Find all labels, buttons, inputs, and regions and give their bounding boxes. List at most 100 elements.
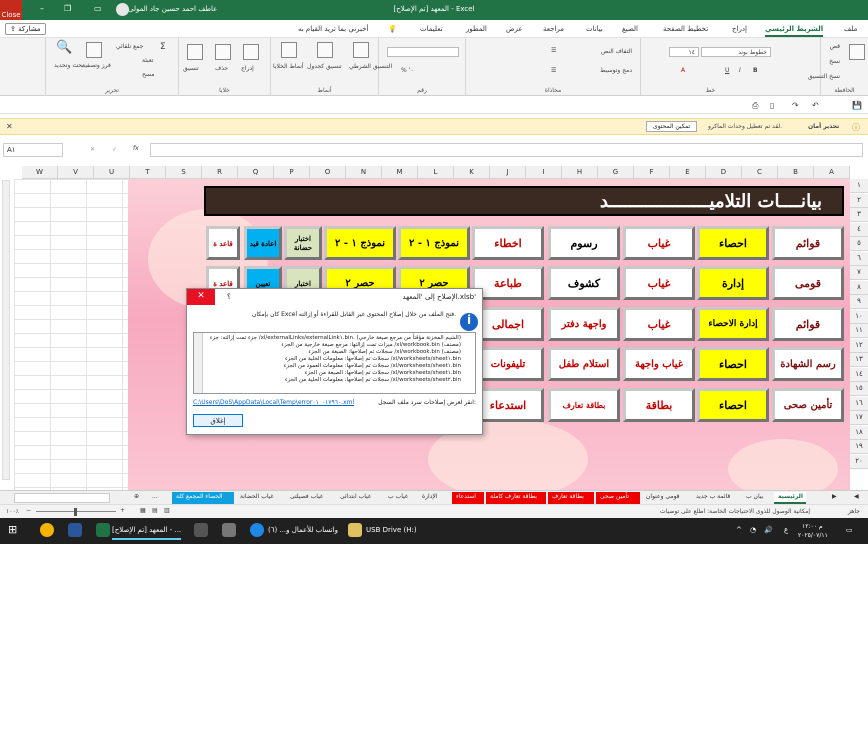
column-header[interactable]: S — [166, 166, 202, 179]
cell-styles-icon[interactable] — [281, 42, 297, 58]
zoom-in-icon[interactable]: + — [120, 507, 125, 514]
sheet-tab[interactable]: قائمة ب جديد — [692, 492, 740, 504]
next-sheet-icon[interactable]: ▶ — [828, 492, 841, 504]
number-format-select[interactable] — [387, 47, 459, 57]
tray-chevron-icon[interactable]: ^ — [736, 522, 742, 540]
network-icon[interactable]: ◔ — [750, 522, 756, 540]
font-name-select[interactable]: خطوط بوند — [701, 47, 771, 57]
more-tabs[interactable]: ... — [148, 492, 166, 504]
settings-icon[interactable] — [222, 523, 236, 537]
column-header[interactable]: M — [382, 166, 418, 179]
vertical-scrollbar[interactable] — [2, 180, 10, 480]
align-top-icon[interactable]: ☰ — [551, 47, 556, 54]
calculator-icon[interactable] — [194, 523, 208, 537]
repair-log[interactable]: جزء تمت إزالته: جزء /xl/externalLinks/ex… — [193, 332, 476, 394]
cell-statistics-3[interactable]: احصاء — [697, 388, 769, 422]
column-header[interactable]: T — [130, 166, 166, 179]
log-scrollbar[interactable] — [194, 333, 203, 393]
column-header[interactable]: L — [418, 166, 454, 179]
cell-absence[interactable]: غياب — [623, 226, 695, 260]
row-header[interactable]: ١٦ — [850, 396, 868, 411]
tab-insert[interactable]: إدراج — [732, 25, 747, 33]
tab-page-layout[interactable]: تخطيط الصفحة — [663, 25, 708, 33]
formula-input[interactable] — [150, 143, 863, 157]
share-button[interactable]: ⇪ مشاركة — [5, 23, 46, 35]
cell-statistics-2[interactable]: احصاء — [697, 347, 769, 381]
new-file-icon[interactable]: ▯ — [770, 101, 774, 110]
column-header[interactable]: F — [634, 166, 670, 179]
font-size-select[interactable]: ١٤ — [669, 47, 699, 57]
format-table-button[interactable]: تنسيق كجدول — [307, 63, 342, 70]
insert-function-icon[interactable]: fx — [133, 145, 139, 152]
row-header[interactable]: ٧ — [850, 266, 868, 280]
cell-card[interactable]: بطاقة — [623, 388, 695, 422]
row-header[interactable]: ٣ — [850, 208, 868, 222]
redo-icon[interactable]: ↷ — [792, 101, 799, 110]
format-painter-button[interactable]: نسخ التنسيق — [808, 73, 840, 80]
undo-icon[interactable]: ↶ — [812, 101, 819, 110]
row-header[interactable]: ١٤ — [850, 367, 868, 382]
zoom-level[interactable]: ١٠٠٪ — [6, 508, 19, 515]
cell-lists-2[interactable]: قوائم — [772, 307, 844, 341]
column-header[interactable]: O — [310, 166, 346, 179]
paste-icon[interactable] — [849, 44, 865, 60]
zoom-out-icon[interactable]: − — [26, 507, 31, 514]
word-icon[interactable] — [68, 523, 82, 537]
column-header[interactable]: Q — [238, 166, 274, 179]
column-header[interactable]: E — [670, 166, 706, 179]
row-header[interactable]: ٦ — [850, 251, 868, 266]
folder-icon[interactable] — [348, 523, 362, 537]
excel-icon[interactable] — [96, 523, 110, 537]
tab-file[interactable]: ملف — [844, 25, 857, 33]
column-header[interactable]: K — [454, 166, 490, 179]
column-header[interactable]: B — [778, 166, 814, 179]
chrome-icon[interactable] — [40, 523, 54, 537]
wrap-text-button[interactable]: التفاف النص — [601, 48, 632, 55]
sheet-tab[interactable]: استدعاء — [452, 492, 484, 504]
row-header[interactable]: ٢٠ — [850, 454, 868, 469]
cell-absence-2[interactable]: غياب — [623, 266, 695, 300]
row-header[interactable]: ١ — [850, 179, 868, 193]
insert-cells-button[interactable]: إدراج — [241, 65, 254, 72]
name-box[interactable]: A١ — [3, 143, 63, 157]
tab-view[interactable]: عرض — [506, 25, 523, 33]
cell-errors[interactable]: اخطاء — [472, 226, 544, 260]
row-header[interactable]: ١٨ — [850, 425, 868, 440]
tab-home[interactable]: الشريط الرئيسي — [765, 25, 824, 37]
copy-button[interactable]: نسخ — [829, 58, 840, 65]
align-right-icon[interactable]: ☰ — [551, 67, 556, 74]
taskbar-app-whatsapp[interactable]: واتساب للأعمال و... (٦) — [268, 522, 338, 540]
cell-form-2[interactable]: نموذج ١ - ٢ — [324, 226, 396, 260]
dialog-close-text-button[interactable]: إغلاق — [193, 414, 243, 427]
column-header[interactable]: W — [22, 166, 58, 179]
row-header[interactable]: ٩ — [850, 295, 868, 309]
row-header[interactable]: ٤ — [850, 222, 868, 237]
cell-fees[interactable]: رسوم — [548, 226, 620, 260]
cell-admin[interactable]: إدارة — [697, 266, 769, 300]
cell-absence-cover[interactable]: غياب واجهة — [623, 347, 695, 381]
add-sheet-icon[interactable]: ⊕ — [130, 492, 143, 504]
sheet-tab[interactable]: بيان ب — [742, 492, 772, 504]
row-header[interactable]: ١٧ — [850, 411, 868, 425]
sheet-tab[interactable]: قومى وعنوان — [642, 492, 690, 504]
row-header[interactable]: ١١ — [850, 324, 868, 338]
cell-child-receipt[interactable]: استلام طفل — [548, 347, 620, 381]
sheet-tab[interactable]: غياب فصيلتى — [286, 492, 334, 504]
row-header[interactable]: ٥ — [850, 237, 868, 251]
edge-icon[interactable] — [250, 523, 264, 537]
close-icon[interactable]: ✕ — [6, 122, 13, 131]
sort-filter-icon[interactable] — [86, 42, 102, 58]
sheet-tab[interactable]: الإدارة — [418, 492, 450, 504]
column-header[interactable]: U — [94, 166, 130, 179]
column-header[interactable]: P — [274, 166, 310, 179]
format-cells-icon[interactable] — [187, 44, 203, 60]
page-layout-view-icon[interactable]: ▤ — [152, 507, 158, 514]
dialog-close-button[interactable]: ✕ — [187, 289, 215, 305]
italic-button[interactable]: I — [739, 67, 741, 74]
cell-stats-admin[interactable]: إدارة الاحصاء — [697, 307, 769, 341]
tab-review[interactable]: مراجعة — [543, 25, 564, 33]
sheet-tab[interactable]: غياب ابتدائى — [336, 492, 382, 504]
row-header[interactable]: ١٠ — [850, 309, 868, 324]
tab-developer[interactable]: المطور — [466, 25, 487, 33]
print-preview-icon[interactable]: ⎙ — [752, 101, 758, 111]
